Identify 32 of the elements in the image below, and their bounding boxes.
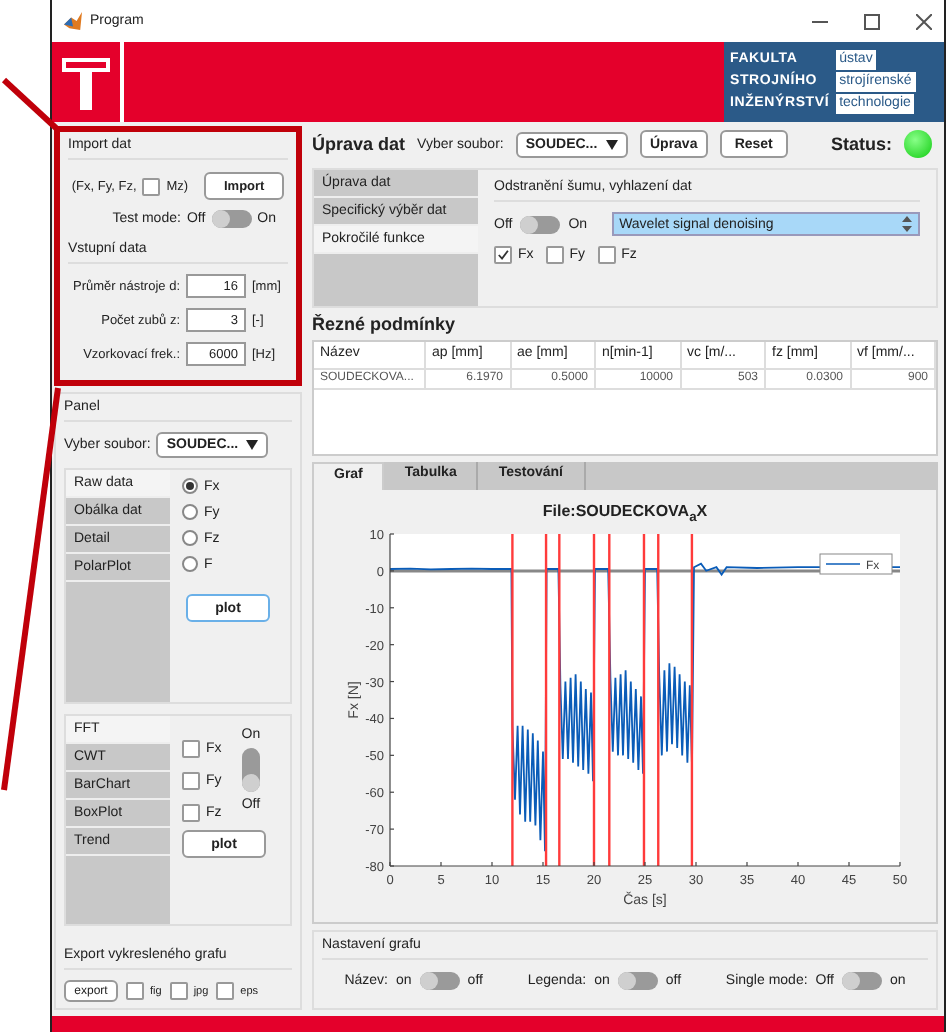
checkbox[interactable] bbox=[126, 982, 144, 1000]
radio-button[interactable] bbox=[182, 504, 198, 520]
caret-icon bbox=[605, 139, 618, 149]
section-title: Úprava dat bbox=[312, 134, 406, 154]
radio-button[interactable] bbox=[182, 556, 198, 572]
toggle-switch[interactable] bbox=[419, 972, 460, 990]
checkbox[interactable] bbox=[216, 982, 235, 1000]
toggle-switch[interactable] bbox=[241, 748, 260, 792]
toggle-switch[interactable] bbox=[617, 972, 658, 990]
checkbox[interactable] bbox=[494, 246, 512, 264]
radio-button[interactable] bbox=[182, 478, 198, 494]
legend-box bbox=[818, 552, 892, 574]
checkbox[interactable] bbox=[545, 246, 564, 264]
toggle-switch[interactable] bbox=[520, 215, 561, 233]
radio-button[interactable] bbox=[182, 530, 198, 546]
checkbox[interactable] bbox=[597, 246, 616, 264]
section-title: Řezné podmínky bbox=[312, 314, 458, 334]
toggle-switch[interactable] bbox=[842, 972, 882, 990]
toggle-switch[interactable] bbox=[211, 210, 252, 228]
checkbox[interactable] bbox=[182, 772, 200, 790]
app-icon bbox=[64, 12, 82, 30]
checkbox[interactable] bbox=[169, 982, 188, 1000]
close-icon[interactable] bbox=[916, 13, 932, 29]
spinner-icon[interactable] bbox=[902, 216, 912, 232]
checkbox[interactable] bbox=[142, 177, 161, 195]
status-label: Status: bbox=[830, 134, 892, 154]
checkbox[interactable] bbox=[182, 804, 200, 822]
checkbox[interactable] bbox=[182, 740, 200, 758]
university-logo bbox=[62, 54, 110, 110]
maximize-icon[interactable] bbox=[864, 13, 880, 29]
caret-icon bbox=[246, 440, 259, 450]
chart-title: File:SOUDECKOVA$_{a}$X bbox=[542, 502, 708, 526]
